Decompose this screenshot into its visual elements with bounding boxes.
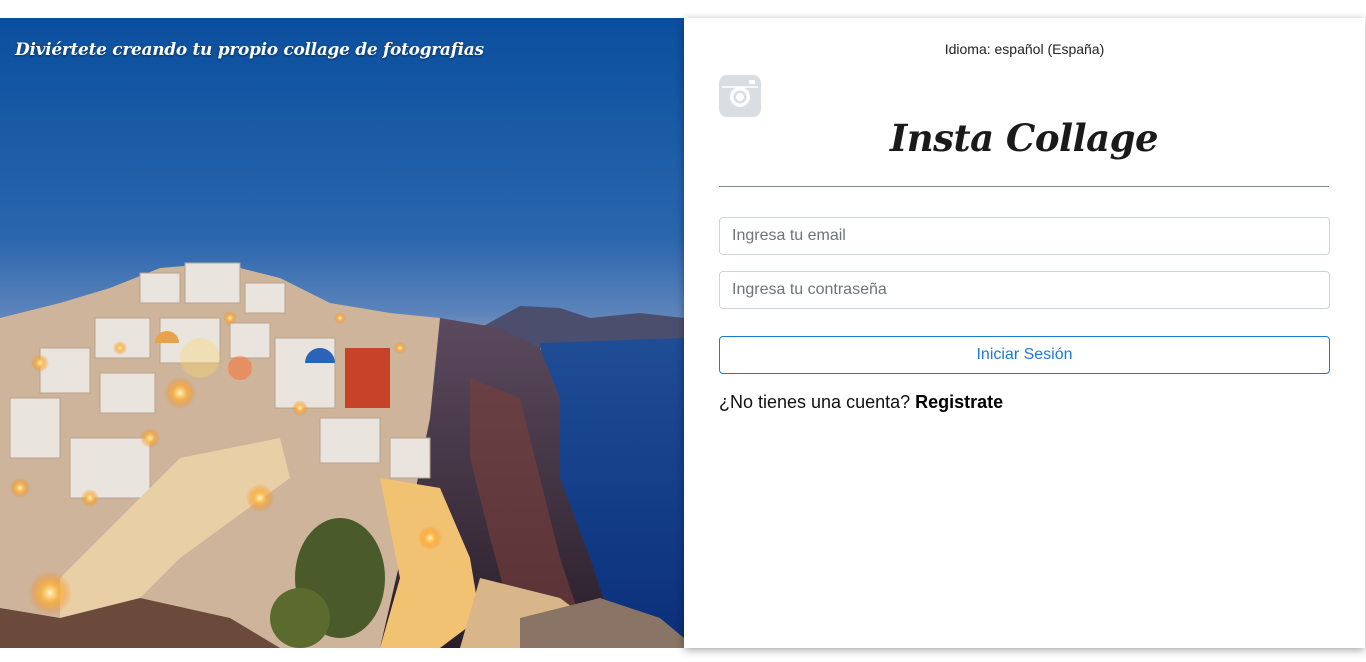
page-container: Diviértete creando tu propio collage de … <box>0 18 1366 648</box>
hero-tagline: Diviértete creando tu propio collage de … <box>15 40 484 60</box>
no-account-text: ¿No tienes una cuenta? <box>719 392 911 412</box>
app-title: Insta Collage <box>889 116 1159 160</box>
hero-photo <box>0 18 684 648</box>
signup-prompt: ¿No tienes una cuenta? Registrate <box>719 392 1003 413</box>
language-selector[interactable]: Idioma: español (España) <box>684 41 1365 57</box>
instagram-camera-icon <box>719 75 761 117</box>
email-input[interactable] <box>719 217 1330 255</box>
password-input[interactable] <box>719 271 1330 309</box>
login-button[interactable]: Iniciar Sesión <box>719 336 1330 374</box>
register-link[interactable]: Registrate <box>915 392 1003 412</box>
login-panel: Idioma: español (España) Insta Collage I… <box>684 18 1365 648</box>
hero-photo-panel: Diviértete creando tu propio collage de … <box>0 18 684 648</box>
title-divider <box>719 186 1329 187</box>
